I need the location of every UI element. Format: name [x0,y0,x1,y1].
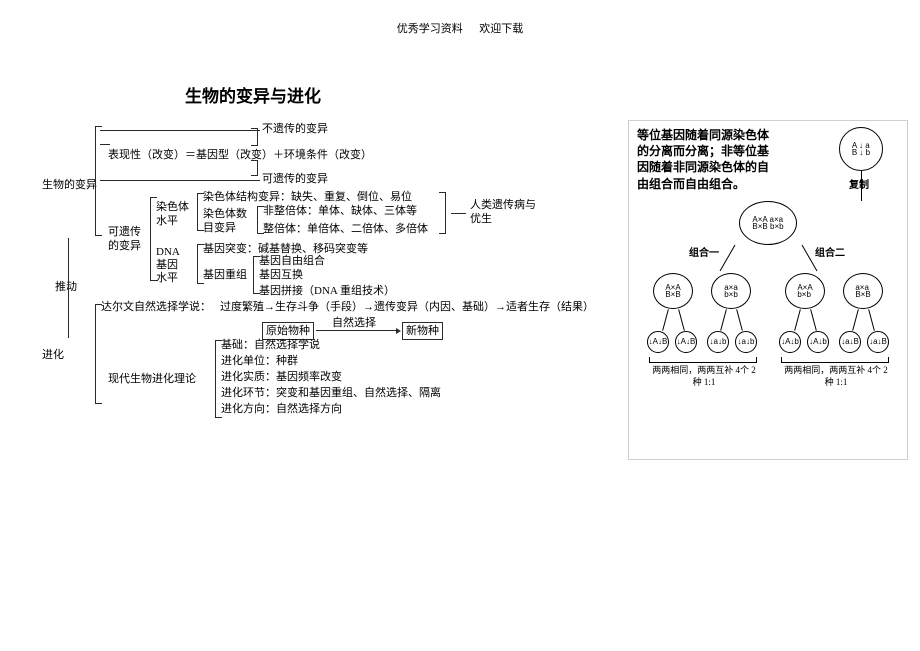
bracket-root-variation [95,126,96,236]
g1r-allele: a×ab×b [724,284,738,298]
recomb3-label: 基因拼接（DNA 重组技术） [259,284,395,298]
euploid-label: 整倍体：单倍体、二倍体、多倍体 [263,222,428,236]
group1-label: 组合一 [689,247,719,260]
theory1-label: 基础：自然选择学说 [221,338,320,352]
l6 [810,309,817,331]
evolution-label: 进化 [42,348,64,362]
recomb2-label: 基因互换 [259,268,303,282]
bracket-heritable [150,197,151,281]
bracket-evolution [95,304,96,404]
cell-top: A ↓ aB ↓ b [839,127,883,171]
sc3: ↓a↓b [707,331,729,353]
recomb1-label: 基因自由组合 [259,254,325,268]
l5 [794,309,801,331]
cell-g2r: a×aB×B [843,273,883,309]
bracket-recomb [253,256,254,294]
genetics-diagram: 等位基因随着同源染色体的分离而分离；非等位基因随着非同源染色体的自由组合而自由组… [628,120,908,460]
root-variation-label: 生物的变异 [42,178,97,192]
bracket-phenotype-top [257,128,258,146]
bracket-phenotype-bot [257,160,258,176]
sc4: ↓a↓b [735,331,757,353]
genetics-desc: 等位基因随着同源染色体的分离而分离；非等位基因随着非同源染色体的自由组合而自由组… [637,127,777,192]
line-phenotype-l [100,144,110,145]
heritable-label: 可遗传的变异 [108,225,150,254]
l7 [852,309,859,331]
bottom-right-label: 两两相同，两两互补 4个 2种 1:1 [781,365,891,388]
bracket-chrom-num [257,206,258,234]
allele-mid: A×A a×aB×B b×b [752,216,783,230]
chrom-struct-label: 染色体结构变异：缺失、重复、倒位、易位 [203,190,412,204]
aneuploid-label: 非整倍体：单体、缺体、三体等 [263,204,417,218]
g2l-allele: A×Ab×b [797,284,812,298]
darwin-label: 达尔文自然选择学说： [101,300,211,314]
l4 [736,309,743,331]
bracket-chrom [197,193,198,231]
group2-label: 组合二 [815,247,845,260]
line-heritable-branch [100,180,260,181]
allele-top: A ↓ aB ↓ b [852,142,870,156]
brace-left [649,357,757,363]
gene-recomb-label: 基因重组 [203,268,247,282]
sc1: ↓A↓B [647,331,669,353]
bracket-dna [197,244,198,284]
bracket-theory [215,340,216,418]
theory4-label: 进化环节：突变和基因重组、自然选择、隔离 [221,386,441,400]
g2r-allele: a×aB×B [855,284,870,298]
sc5: ↓A↓b [779,331,801,353]
cell-mid: A×A a×aB×B b×b [739,201,797,245]
sc7: ↓a↓B [839,331,861,353]
modern-theory-label: 现代生物进化理论 [108,372,196,386]
l3 [720,309,727,331]
dna-level-sub: 水平 [156,271,178,285]
header-left: 优秀学习资料 [397,23,463,35]
phenotype-label: 表现性（改变）＝基因型（改变）＋环境条件（改变） [108,148,372,162]
new-species-box: 新物种 [402,322,443,340]
push-label: 推动 [55,280,77,294]
bottom-left-label: 两两相同，两两互补 4个 2种 1:1 [649,365,759,388]
cell-g2l: A×Ab×b [785,273,825,309]
disease-label: 人类遗传病与优生 [470,198,540,227]
line-replicate [861,171,862,201]
sc8: ↓a↓B [867,331,889,353]
line-disease [451,213,466,214]
l8 [868,309,875,331]
line-g1 [720,245,736,271]
natural-sel-label: 自然选择 [332,316,376,330]
heritable-branch-label: 可遗传的变异 [262,172,328,186]
l1 [662,309,669,331]
chrom-level-label: 染色体水平 [156,200,196,229]
chrom-num-label: 染色体数目变异 [203,207,255,236]
theory2-label: 进化单位：种群 [221,354,298,368]
page-header: 优秀学习资料 欢迎下载 [0,0,920,36]
cell-g1r: a×ab×b [711,273,751,309]
brace-right [781,357,889,363]
line-push [68,238,69,338]
darwin-steps-label: 过度繁殖→生存斗争（手段）→遗传变异（内因、基础）→适者生存（结果） [220,300,594,314]
sc2: ↓A↓B [675,331,697,353]
replicate-label: 复制 [849,179,869,192]
theory3-label: 进化实质：基因频率改变 [221,370,342,384]
bracket-disease [445,192,446,234]
page-title: 生物的变异与进化 [185,86,321,108]
line-nonheritable [100,130,260,131]
sc6: ↓A↓b [807,331,829,353]
theory5-label: 进化方向：自然选择方向 [221,402,342,416]
l2 [678,309,685,331]
g1l-allele: A×AB×B [665,284,680,298]
header-right: 欢迎下载 [479,23,523,35]
cell-g1l: A×AB×B [653,273,693,309]
non-heritable-label: 不遗传的变异 [262,122,328,136]
